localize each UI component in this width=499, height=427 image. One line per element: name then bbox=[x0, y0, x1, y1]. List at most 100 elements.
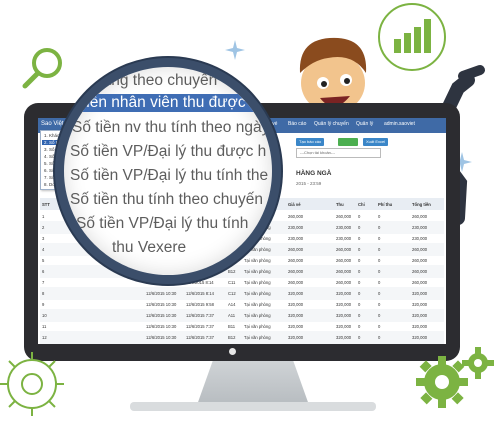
table-cell: Tại văn phòng bbox=[244, 269, 271, 274]
table-cell: 260,000 bbox=[412, 214, 428, 219]
table-cell: 12/6/2015 10:30 bbox=[146, 313, 177, 318]
brand-logo[interactable]: Sao Việt bbox=[41, 121, 64, 127]
table-cell: 260,000 bbox=[336, 214, 352, 219]
table-cell: 260,000 bbox=[336, 258, 352, 263]
table-cell: 0 bbox=[378, 225, 381, 230]
export-excel-button[interactable]: Xuất Excel bbox=[363, 138, 389, 146]
table-cell: 0 bbox=[378, 247, 381, 252]
table-cell: 320,000 bbox=[288, 313, 304, 318]
table-cell: Phí thu bbox=[378, 202, 393, 207]
table-cell: 0 bbox=[358, 225, 361, 230]
table-cell: 260,000 bbox=[336, 280, 352, 285]
table-cell: Giá vé bbox=[288, 202, 301, 207]
table-cell: 7 bbox=[42, 280, 45, 285]
table-cell: C12 bbox=[228, 291, 236, 296]
power-indicator bbox=[229, 348, 236, 355]
table-cell: Tại văn phòng bbox=[244, 324, 271, 329]
table-cell: 320,000 bbox=[412, 324, 428, 329]
table-cell: 0 bbox=[358, 335, 361, 340]
lens-text-highlighted: tiền nhân viên thu được bbox=[74, 94, 272, 112]
lens-text: Số tiền thu tính theo chuyến bbox=[70, 191, 264, 208]
table-cell: 0 bbox=[378, 324, 381, 329]
table-cell: 260,000 bbox=[412, 280, 428, 285]
monitor-base bbox=[130, 402, 376, 411]
table-cell: 0 bbox=[358, 269, 361, 274]
table-cell: Chi bbox=[358, 202, 365, 207]
table-cell: 320,000 bbox=[288, 302, 304, 307]
gear-icon bbox=[0, 352, 64, 416]
table-cell: 260,000 bbox=[412, 258, 428, 263]
table-cell: 260,000 bbox=[336, 247, 352, 252]
table-cell: 320,000 bbox=[336, 302, 352, 307]
create-report-button[interactable]: Tạo báo cáo bbox=[296, 138, 325, 146]
magnifier-lens: hàng theo chuyến tiền nhân viên thu được… bbox=[55, 58, 281, 284]
table-cell: Tại văn phòng bbox=[244, 258, 271, 263]
table-cell: A11 bbox=[228, 313, 236, 318]
table-cell: 0 bbox=[378, 214, 381, 219]
table-cell: 12/6/2015 7:37 bbox=[186, 324, 214, 329]
table-cell: 12/6/2015 10:30 bbox=[146, 302, 177, 307]
table-cell: 0 bbox=[358, 214, 361, 219]
table-cell: Tại văn phòng bbox=[244, 335, 271, 340]
table-cell: 260,000 bbox=[336, 269, 352, 274]
table-cell: 0 bbox=[378, 258, 381, 263]
table-cell: 12/6/2015 7:37 bbox=[186, 335, 214, 340]
table-cell: 12/6/2015 9:58 bbox=[186, 302, 214, 307]
table-cell: 320,000 bbox=[412, 313, 428, 318]
table-cell: 8 bbox=[42, 291, 45, 296]
table-cell: 230,000 bbox=[288, 225, 304, 230]
lens-text: Số tiền VP/Đại lý thu được h bbox=[70, 143, 267, 160]
nav-trips[interactable]: Quản lý chuyến bbox=[314, 121, 349, 127]
table-cell: A14 bbox=[228, 302, 236, 307]
table-cell: 9 bbox=[42, 302, 45, 307]
table-cell: B11 bbox=[228, 324, 236, 329]
table-cell: 320,000 bbox=[336, 291, 352, 296]
table-cell: 260,000 bbox=[288, 258, 304, 263]
table-cell: 12/6/2015 10:30 bbox=[146, 324, 177, 329]
table-cell: 260,000 bbox=[288, 214, 304, 219]
account-select[interactable]: ---Chọn tài khoản--- bbox=[296, 148, 381, 158]
lens-text: Số tiền nv thu tính theo ngày bbox=[72, 119, 270, 136]
table-cell: 320,000 bbox=[412, 335, 428, 340]
monitor-stand bbox=[197, 361, 309, 405]
table-cell: 0 bbox=[378, 313, 381, 318]
table-cell: B12 bbox=[228, 269, 236, 274]
table-cell: 0 bbox=[378, 302, 381, 307]
lens-text: Số tiền VP/Đại lý thu tính bbox=[76, 215, 249, 232]
table-cell: Thu bbox=[336, 202, 344, 207]
table-cell: 2 bbox=[42, 225, 45, 230]
table-cell: 320,000 bbox=[412, 302, 428, 307]
table-cell: 0 bbox=[358, 280, 361, 285]
print-button[interactable] bbox=[338, 138, 358, 146]
table-cell: 12/6/2015 8:14 bbox=[186, 291, 214, 296]
table-cell: 230,000 bbox=[412, 236, 428, 241]
table-cell: 260,000 bbox=[412, 247, 428, 252]
table-cell: C11 bbox=[228, 280, 236, 285]
table-cell: 0 bbox=[358, 258, 361, 263]
table-cell: 320,000 bbox=[288, 291, 304, 296]
table-cell: STT bbox=[42, 202, 50, 207]
table-cell: 0 bbox=[358, 313, 361, 318]
table-cell: 0 bbox=[358, 302, 361, 307]
table-cell: 320,000 bbox=[412, 291, 428, 296]
table-cell: 320,000 bbox=[336, 313, 352, 318]
table-cell: 4 bbox=[42, 247, 45, 252]
table-cell: 12/6/2015 7:37 bbox=[186, 313, 214, 318]
lens-text: thu Vexere bbox=[112, 239, 187, 256]
table-cell: 260,000 bbox=[412, 269, 428, 274]
table-cell: 1 bbox=[42, 214, 45, 219]
nav-reports[interactable]: Báo cáo bbox=[288, 121, 306, 127]
table-cell: Tổng tiền bbox=[412, 202, 431, 207]
search-icon bbox=[22, 48, 62, 89]
table-cell: 0 bbox=[378, 335, 381, 340]
table-cell: 320,000 bbox=[288, 324, 304, 329]
table-cell: 0 bbox=[378, 269, 381, 274]
gear-icon bbox=[462, 347, 494, 379]
table-cell: B12 bbox=[228, 335, 236, 340]
nav-manage[interactable]: Quản lý bbox=[356, 121, 373, 127]
nav-user-account[interactable]: admin.saoviet bbox=[384, 121, 415, 127]
table-cell: Tại văn phòng bbox=[244, 280, 271, 285]
lens-text: hàng theo chuyến bbox=[94, 72, 218, 89]
table-cell: 230,000 bbox=[288, 236, 304, 241]
table-cell: 10 bbox=[42, 313, 47, 318]
